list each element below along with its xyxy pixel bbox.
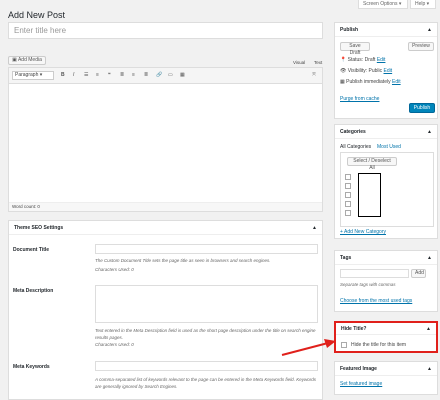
all-categories-tab[interactable]: All Categories: [340, 144, 371, 150]
set-featured-image-link[interactable]: Set featured image: [340, 381, 382, 387]
featured-image-box: Featured Image ▲ Set featured image: [334, 361, 438, 395]
seo-settings-box: Theme SEO Settings ▲ Document Title The …: [8, 220, 323, 400]
tags-box-title: Tags ▲: [335, 251, 437, 265]
collapse-icon[interactable]: ▲: [426, 323, 431, 335]
format-select[interactable]: Paragraph ▾: [12, 71, 54, 80]
tags-hint: Separate tags with commas: [340, 282, 396, 287]
meta-desc-textarea[interactable]: [95, 285, 318, 323]
categories-box: Categories ▲ All Categories Most Used Sel…: [334, 124, 438, 239]
publish-box: Publish ▲ Save Draft Preview 📍 Status: Dr…: [334, 22, 438, 119]
bullet-list-icon[interactable]: ☰: [84, 72, 88, 78]
visibility-row: 👁 Visibility: Public Edit: [340, 68, 393, 74]
tag-input[interactable]: [340, 269, 409, 278]
schedule-row: ▦ Publish immediately Edit: [340, 79, 401, 85]
doc-title-help: The Custom Document Title sets the page …: [95, 258, 271, 263]
word-count: Word count: 0: [9, 202, 322, 211]
quote-icon[interactable]: ❝: [108, 72, 111, 78]
content-editor[interactable]: Paragraph ▾ B I ☰ ≡ ❝ ≣ ≡ ≣ 🔗 ▭ ▦ ⤧ Word…: [8, 67, 323, 212]
status-edit-link[interactable]: Edit: [377, 57, 386, 63]
visual-tab[interactable]: Visual: [293, 60, 305, 65]
collapse-icon[interactable]: ▲: [427, 23, 432, 37]
publish-button[interactable]: Publish: [409, 103, 435, 113]
link-icon[interactable]: 🔗: [156, 72, 162, 78]
collapse-icon[interactable]: ▲: [312, 221, 317, 235]
help-tab[interactable]: Help ▾: [410, 0, 436, 9]
featured-image-box-title: Featured Image ▲: [335, 362, 437, 376]
status-row: 📍 Status: Draft Edit: [340, 57, 386, 63]
arrow-icon: [281, 339, 336, 356]
add-tag-button[interactable]: Add: [411, 269, 426, 278]
seo-box-title: Theme SEO Settings ▲: [9, 221, 322, 235]
meta-keywords-label: Meta Keywords: [13, 364, 50, 370]
meta-desc-chars: Characters Used: 0: [95, 342, 134, 347]
category-checkbox[interactable]: [345, 174, 351, 180]
preview-button[interactable]: Preview: [408, 42, 434, 51]
doc-title-input[interactable]: [95, 244, 318, 254]
italic-icon[interactable]: I: [73, 72, 74, 78]
post-title-input[interactable]: Enter title here: [8, 22, 323, 39]
publish-box-title: Publish ▲: [335, 23, 437, 37]
visibility-edit-link[interactable]: Edit: [384, 68, 393, 74]
category-checkbox[interactable]: [345, 210, 351, 216]
eye-icon: 👁: [340, 68, 347, 74]
select-all-button[interactable]: Select / Deselect All: [347, 157, 397, 171]
redacted-category-names: [358, 173, 381, 217]
meta-keywords-input[interactable]: [95, 361, 318, 371]
save-draft-button[interactable]: Save Draft: [340, 42, 370, 56]
category-checkbox[interactable]: [345, 201, 351, 207]
meta-desc-label: Meta Description: [13, 288, 54, 294]
toolbar-toggle-icon[interactable]: ▦: [180, 72, 185, 78]
hide-title-box: Hide Title? ▲ Hide the title for this ite…: [334, 321, 438, 353]
most-used-tab[interactable]: Most Used: [377, 144, 401, 150]
align-center-icon[interactable]: ≡: [132, 72, 135, 78]
doc-title-chars: Characters Used: 0: [95, 267, 134, 272]
choose-tags-link[interactable]: Choose from the most used tags: [340, 298, 412, 304]
category-checkbox[interactable]: [345, 183, 351, 189]
add-media-button[interactable]: ▣ Add Media: [8, 56, 46, 65]
purge-cache-link[interactable]: Purge from cache: [340, 96, 379, 102]
bold-icon[interactable]: B: [61, 72, 65, 78]
category-list: Select / Deselect All: [340, 152, 434, 227]
screen-options-tab[interactable]: Screen Options ▾: [358, 0, 408, 9]
category-checkbox[interactable]: [345, 192, 351, 198]
meta-keywords-help: A comma-separated list of keywords relev…: [95, 377, 316, 389]
calendar-icon: ▦: [340, 79, 345, 85]
collapse-icon[interactable]: ▲: [427, 362, 432, 376]
hide-title-label: Hide the title for this item: [351, 342, 407, 348]
schedule-edit-link[interactable]: Edit: [392, 79, 401, 85]
doc-title-label: Document Title: [13, 247, 50, 253]
numbered-list-icon[interactable]: ≡: [96, 72, 99, 78]
more-tag-icon[interactable]: ▭: [168, 72, 173, 78]
page-title: Add New Post: [8, 10, 66, 20]
editor-toolbar: Paragraph ▾ B I ☰ ≡ ❝ ≣ ≡ ≣ 🔗 ▭ ▦ ⤧: [9, 68, 322, 84]
collapse-icon[interactable]: ▲: [427, 251, 432, 265]
collapse-icon[interactable]: ▲: [427, 125, 432, 139]
hide-title-box-title: Hide Title? ▲: [336, 323, 436, 335]
align-left-icon[interactable]: ≣: [120, 72, 124, 78]
fullscreen-icon[interactable]: ⤧: [312, 72, 316, 78]
categories-box-title: Categories ▲: [335, 125, 437, 139]
hide-title-checkbox[interactable]: [341, 342, 347, 348]
add-new-category-link[interactable]: + Add New Category: [340, 229, 386, 235]
tags-box: Tags ▲ Add Separate tags with commas Choo…: [334, 250, 438, 312]
align-right-icon[interactable]: ≣: [144, 72, 148, 78]
pin-icon: 📍: [340, 57, 347, 63]
text-tab[interactable]: Text: [314, 60, 322, 65]
